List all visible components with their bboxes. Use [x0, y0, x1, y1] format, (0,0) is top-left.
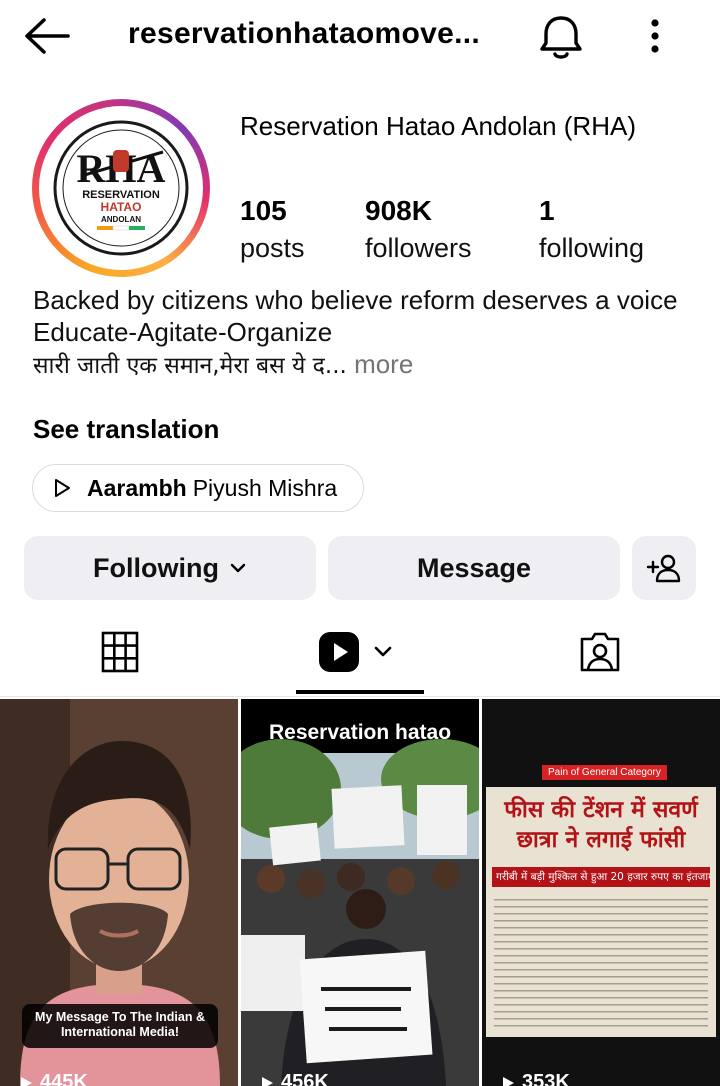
reel-thumbnail[interactable]: My Message To The Indian & International… [0, 699, 238, 1086]
posts-count: 105 [240, 195, 287, 226]
see-translation-link[interactable]: See translation [33, 414, 219, 445]
reel-caption-overlay: My Message To The Indian & International… [22, 1004, 218, 1048]
views-value: 456K [281, 1071, 329, 1086]
reels-grid: My Message To The Indian & International… [0, 699, 720, 1086]
bio: Backed by citizens who believe reform de… [33, 284, 703, 382]
bio-line-truncated: सारी जाती एक समान,मेरा बस ये द... more [33, 348, 703, 382]
news-body-text [494, 899, 708, 1029]
suggested-users-button[interactable] [632, 536, 696, 600]
notification-bell-icon[interactable] [536, 10, 586, 62]
more-options-icon[interactable] [640, 14, 670, 58]
following-label: following [539, 233, 645, 263]
followers-count: 908K [365, 195, 432, 226]
following-button[interactable]: Following [24, 536, 316, 600]
followers-label: followers [365, 233, 472, 263]
play-count-icon [21, 1076, 32, 1086]
back-arrow-icon[interactable] [22, 14, 72, 58]
following-count: 1 [539, 195, 555, 226]
bio-line: Backed by citizens who believe reform de… [33, 285, 678, 315]
tab-posts-grid[interactable] [80, 616, 160, 688]
stat-posts[interactable]: 105 posts [240, 194, 305, 268]
bio-line: सारी जाती एक समान,मेरा बस ये द... [33, 353, 347, 379]
display-name: Reservation Hatao Andolan (RHA) [240, 111, 636, 141]
news-subheadline: गरीबी में बड़ी मुश्किल से हुआ 20 हजार रु… [492, 867, 710, 887]
reel-tag-overlay: Pain of General Category [542, 765, 667, 780]
tab-divider [0, 696, 720, 697]
stat-followers[interactable]: 908K followers [365, 194, 472, 268]
views-value: 353K [522, 1071, 570, 1086]
logo-subtext-2: HATAO [101, 200, 142, 214]
protest-crowd-image [241, 699, 479, 1086]
top-bar: reservationhataomove... [0, 0, 720, 78]
stat-following[interactable]: 1 following [539, 194, 644, 268]
bio-more-link[interactable]: more [347, 349, 413, 379]
reel-view-count: 445K [18, 1071, 88, 1086]
message-button-label: Message [416, 552, 532, 583]
story-ring[interactable]: RHA RESERVATION HATAO ANDOLAN [32, 99, 210, 277]
active-tab-indicator [296, 690, 424, 694]
reel-title-overlay: Reservation hatao [268, 721, 452, 744]
posts-label: posts [240, 233, 305, 263]
logo-subtext-3: ANDOLAN [101, 215, 141, 224]
chevron-down-icon [230, 563, 246, 573]
newspaper-clipping: फीस की टेंशन में सवर्ण छात्रा ने लगाई फा… [486, 787, 716, 1037]
play-icon [55, 479, 70, 497]
views-value: 445K [40, 1071, 88, 1086]
play-count-icon [503, 1076, 514, 1086]
message-button[interactable]: Message [328, 536, 620, 600]
grid-icon [101, 631, 139, 673]
reels-icon [319, 632, 392, 672]
bio-line: Educate-Agitate-Organize [33, 317, 333, 347]
reel-view-count: 353K [500, 1071, 570, 1086]
music-artist: Piyush Mishra [192, 474, 338, 501]
play-count-icon [262, 1076, 273, 1086]
profile-username: reservationhataomove... [128, 17, 481, 50]
following-button-label: Following [93, 552, 219, 583]
rha-logo-icon: RHA RESERVATION HATAO ANDOLAN [53, 120, 189, 256]
news-headline: फीस की टेंशन में सवर्ण छात्रा ने लगाई फा… [504, 797, 698, 853]
add-user-icon [646, 554, 681, 583]
reel-thumbnail[interactable]: Pain of General Category फीस की टेंशन मे… [482, 699, 720, 1086]
tagged-user-icon [580, 632, 620, 672]
profile-music-chip[interactable]: Aarambh Piyush Mishra [32, 464, 364, 512]
avatar[interactable]: RHA RESERVATION HATAO ANDOLAN [45, 112, 197, 264]
music-title: Aarambh [87, 474, 187, 501]
reel-view-count: 456K [259, 1071, 329, 1086]
tab-reels[interactable] [296, 616, 424, 688]
reel-thumbnail[interactable]: Reservation hatao 456K [241, 699, 479, 1086]
tab-tagged[interactable] [560, 616, 640, 688]
